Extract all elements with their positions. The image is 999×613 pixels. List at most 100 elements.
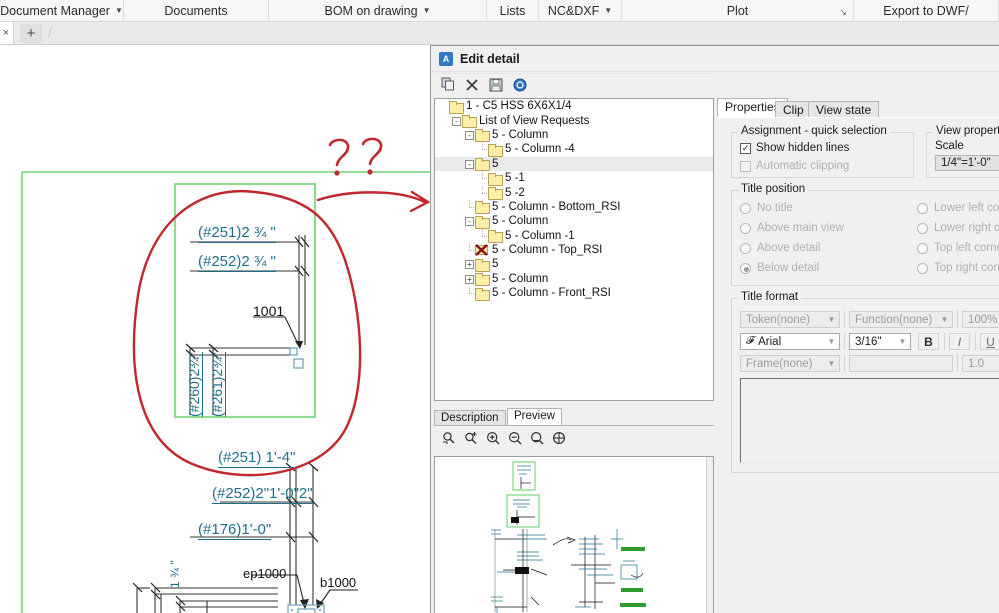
preview-pane[interactable] xyxy=(434,456,714,613)
ratio-field[interactable]: 1.0 xyxy=(962,355,999,372)
dialog-title: Edit detail xyxy=(460,51,520,66)
help-icon[interactable] xyxy=(512,77,528,93)
tree-item[interactable]: -5 xyxy=(435,156,713,172)
new-tab-button[interactable]: + xyxy=(20,24,42,43)
radio-top-left-corner[interactable]: Top left corner xyxy=(917,242,999,254)
view-request-tree[interactable]: 1 - C5 HSS 6X6X1/4- List of View Requests… xyxy=(434,98,714,401)
tree-collapse-icon[interactable]: - xyxy=(464,214,475,228)
tree-item[interactable]: - List of View Requests xyxy=(435,113,713,129)
tree-expand-icon[interactable]: + xyxy=(464,257,475,271)
panel-expander-icon[interactable]: ↘ xyxy=(839,7,847,18)
copy-icon[interactable] xyxy=(440,77,456,93)
radio-top-right-corner[interactable]: Top right corner xyxy=(917,262,999,274)
ribbon-item-export-to-dwf[interactable]: Export to DWF/ xyxy=(854,0,999,21)
chevron-down-icon[interactable]: ▼ xyxy=(824,356,839,371)
ribbon-item-label: Export to DWF/ xyxy=(883,3,969,18)
tree-item[interactable]: +5 xyxy=(435,257,713,272)
tree-item-label: List of View Requests xyxy=(479,114,590,127)
edit-detail-dialog[interactable]: A Edit detail 1 - C5 HSS 6X6X1/4 - List … xyxy=(430,45,999,613)
tree-expand-icon[interactable]: + xyxy=(464,272,475,286)
spacing-field[interactable] xyxy=(849,355,953,372)
zoom-extents-icon[interactable] xyxy=(529,431,544,446)
tab-preview[interactable]: Preview xyxy=(507,408,562,426)
radio-box-below-detail[interactable] xyxy=(740,262,751,274)
dimension-label-261-vertical: (#261)2¾" xyxy=(209,352,226,417)
radio-no-title[interactable]: No title xyxy=(740,202,793,214)
tree-collapse-icon[interactable]: - xyxy=(464,157,475,171)
tree-item[interactable]: - 5 - Column xyxy=(435,128,713,143)
token-dropdown[interactable]: Token(none) ▼ xyxy=(740,311,840,328)
tree-collapse-icon[interactable]: - xyxy=(451,114,462,128)
preview-scrollbar[interactable] xyxy=(706,457,713,613)
radio-box-above-detail[interactable] xyxy=(740,242,751,254)
tab-close-button[interactable]: × xyxy=(0,22,14,44)
radio-box-top-right-corner[interactable] xyxy=(917,262,928,274)
drawing-canvas[interactable]: (#251)2 ¾ " (#252)2 ¾ " 1001 (#260)2¾" (… xyxy=(0,45,432,613)
chevron-down-icon[interactable]: ▼ xyxy=(115,6,123,15)
tree-item[interactable]: - 5 - Column xyxy=(435,214,713,229)
folder-icon xyxy=(475,215,490,229)
ribbon-item-bom-on-drawing[interactable]: BOM on drawing ▼ xyxy=(269,0,487,21)
tab-view-state[interactable]: View state xyxy=(808,101,880,118)
chevron-down-icon[interactable]: ▼ xyxy=(824,312,839,327)
tree-item[interactable]: 5 - Column - Bottom_RSI xyxy=(435,199,713,215)
radio-box-top-left-corner[interactable] xyxy=(917,242,928,254)
bottom-tabs-underline xyxy=(434,425,714,426)
tree-item[interactable]: +5 - Column xyxy=(435,272,713,287)
chevron-down-icon[interactable]: ▼ xyxy=(895,334,910,349)
chevron-down-icon[interactable]: ▼ xyxy=(604,6,612,15)
checkbox-show-hidden-lines[interactable]: ✓ Show hidden lines xyxy=(740,142,849,154)
ribbon-item-document-manager[interactable]: Document Manager ▼ xyxy=(0,0,124,21)
tab-description[interactable]: Description xyxy=(434,410,506,426)
tree-item[interactable]: 5 -2 xyxy=(435,185,713,201)
font-size-dropdown[interactable]: 3/16" ▼ xyxy=(849,333,911,350)
tree-item[interactable]: 5 - Column - Front_RSI xyxy=(435,286,713,301)
chevron-down-icon[interactable]: ▼ xyxy=(423,6,431,15)
bold-button[interactable]: B xyxy=(918,333,939,350)
ribbon-item-label: Plot xyxy=(726,3,749,18)
function-dropdown[interactable]: Function(none) ▼ xyxy=(849,311,953,328)
tree-item[interactable]: 1 - C5 HSS 6X6X1/4 xyxy=(435,99,713,114)
ribbon-item-nc-dxf[interactable]: NC&DXF ▼ xyxy=(539,0,622,21)
tab-clip[interactable]: Clip xyxy=(775,101,812,118)
font-dropdown[interactable]: 𝓕 Arial ▼ xyxy=(740,333,840,350)
frame-dropdown[interactable]: Frame(none) ▼ xyxy=(740,355,840,372)
radio-above-detail[interactable]: Above detail xyxy=(740,242,820,254)
underline-button[interactable]: U xyxy=(980,333,999,350)
checkbox-box-show-hidden-lines[interactable]: ✓ xyxy=(740,142,751,154)
radio-box-lower-right-corner[interactable] xyxy=(917,222,928,234)
italic-button[interactable]: I xyxy=(949,333,970,350)
radio-lower-right-corner[interactable]: Lower right corner xyxy=(917,222,999,234)
zoom-out-icon[interactable] xyxy=(507,431,522,446)
checkbox-label-show-hidden-lines: Show hidden lines xyxy=(756,142,850,154)
radio-lower-left-corner[interactable]: Lower left corner xyxy=(917,202,999,214)
tree-item[interactable]: 5 -1 xyxy=(435,171,713,186)
radio-box-lower-left-corner[interactable] xyxy=(917,202,928,214)
ribbon-item-lists[interactable]: Lists xyxy=(487,0,539,21)
radio-below-detail[interactable]: Below detail xyxy=(740,262,819,274)
tree-item[interactable]: 5 - Column -4 xyxy=(435,142,713,157)
scale-percent-field[interactable]: 100% xyxy=(962,311,999,328)
radio-label-above-detail: Above detail xyxy=(757,242,821,254)
delete-icon[interactable] xyxy=(464,77,480,93)
save-icon[interactable] xyxy=(488,77,504,93)
zoom-in-icon[interactable] xyxy=(485,431,500,446)
radio-box-above-main-view[interactable] xyxy=(740,222,751,234)
tree-collapse-icon[interactable]: - xyxy=(464,128,475,142)
tree-item[interactable]: 5 - Column - Top_RSI xyxy=(435,243,713,257)
chevron-down-icon[interactable]: ▼ xyxy=(937,312,952,327)
zoom-dynamic-icon[interactable] xyxy=(463,431,478,446)
zoom-all-icon[interactable] xyxy=(551,431,566,446)
chevron-down-icon[interactable]: ▼ xyxy=(824,334,839,349)
ribbon-item-plot[interactable]: Plot ↘ xyxy=(622,0,854,21)
ribbon-item-documents[interactable]: Documents xyxy=(124,0,269,21)
title-text-area[interactable] xyxy=(740,378,999,463)
tree-item[interactable]: 5 - Column -1 xyxy=(435,228,713,244)
divider-8 xyxy=(957,355,958,372)
zoom-window-icon[interactable] xyxy=(441,431,456,446)
scale-value-field[interactable]: 1/4"=1'-0" xyxy=(935,155,999,171)
radio-above-main-view[interactable]: Above main view xyxy=(740,222,844,234)
folder-icon xyxy=(488,143,503,157)
radio-box-no-title[interactable] xyxy=(740,202,751,214)
font-dropdown-value: Arial xyxy=(758,335,782,348)
